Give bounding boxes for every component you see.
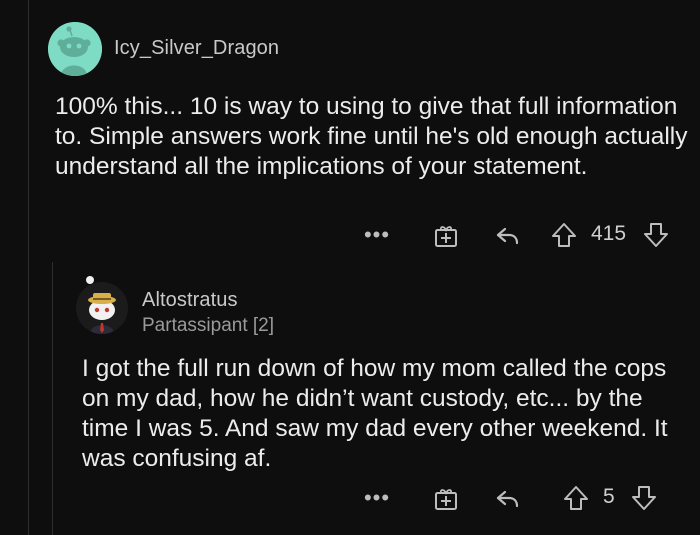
- upvote-icon: [564, 486, 588, 510]
- upvote-button[interactable]: [548, 218, 580, 252]
- upvote-icon: [552, 223, 576, 247]
- downvote-icon: [644, 223, 668, 247]
- award-icon: [435, 226, 457, 247]
- comment-actions: ••• 415: [360, 218, 680, 252]
- more-icon: •••: [363, 222, 391, 247]
- more-options-button[interactable]: •••: [362, 481, 392, 515]
- award-icon: [435, 489, 457, 510]
- award-button[interactable]: [430, 481, 462, 515]
- downvote-icon: [632, 486, 656, 510]
- reply-button[interactable]: [492, 218, 524, 252]
- comment-body: I got the full run down of how my mom ca…: [82, 355, 668, 472]
- vote-score: 415: [591, 222, 627, 245]
- upvote-button[interactable]: [560, 481, 592, 515]
- username[interactable]: Icy_Silver_Dragon: [114, 37, 279, 60]
- downvote-button[interactable]: [640, 218, 672, 252]
- award-button[interactable]: [430, 218, 462, 252]
- username[interactable]: Altostratus: [142, 289, 238, 312]
- more-options-button[interactable]: •••: [362, 218, 392, 252]
- reddit-snoo-avatar-icon: [48, 22, 102, 76]
- comment-actions: ••• 5: [360, 481, 680, 515]
- custom-snoo-avatar-icon: [76, 282, 128, 334]
- user-avatar[interactable]: [48, 22, 102, 76]
- user-flair: Partassipant [2]: [142, 315, 275, 336]
- downvote-button[interactable]: [628, 481, 660, 515]
- comment-body: 100% this... 10 is way to using to give …: [55, 93, 688, 180]
- reply-icon: [496, 490, 519, 508]
- more-icon: •••: [363, 485, 391, 510]
- user-avatar[interactable]: [76, 282, 128, 334]
- avatar-antenna: [86, 276, 94, 284]
- comment: Icy_Silver_Dragon 100% this... 10 is way…: [0, 0, 700, 262]
- vote-score: 5: [603, 485, 615, 508]
- reply-button[interactable]: [492, 481, 524, 515]
- reply-icon: [496, 227, 519, 245]
- reply-comment: Altostratus Partassipant [2] I got the f…: [0, 262, 700, 535]
